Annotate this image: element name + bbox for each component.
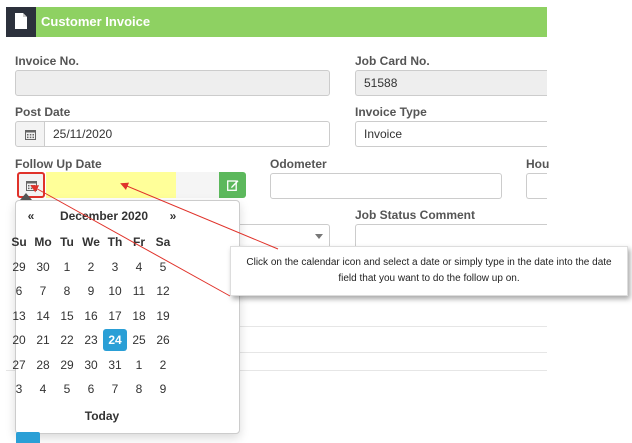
arrow-to-date-field	[120, 182, 279, 250]
annotation-arrows	[30, 182, 279, 297]
blue-toggle-tab[interactable]	[16, 432, 40, 443]
arrow-to-calendar-icon	[30, 185, 231, 297]
